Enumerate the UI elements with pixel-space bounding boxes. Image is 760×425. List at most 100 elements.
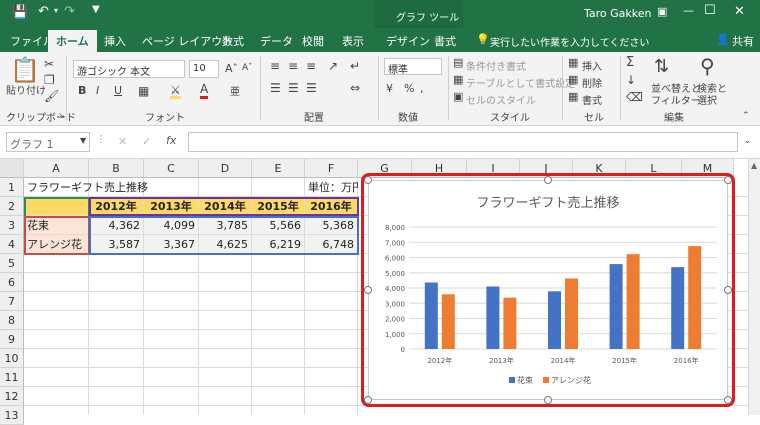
- redo-icon[interactable]: ↷: [64, 4, 75, 19]
- find-select-icon[interactable]: ⚲: [700, 56, 715, 76]
- ribbon-options-icon[interactable]: ▣: [657, 5, 667, 18]
- conditional-format-icon[interactable]: ▤: [453, 57, 463, 69]
- align-top-icon[interactable]: ≡: [270, 60, 280, 72]
- cell-styles-icon[interactable]: ▣: [453, 91, 463, 103]
- undo-dropdown-icon[interactable]: ▾: [54, 6, 58, 15]
- conditional-format-button[interactable]: 条件付き書式: [466, 58, 526, 73]
- collapse-ribbon-icon[interactable]: ⌃: [742, 110, 750, 122]
- insert-cells-button[interactable]: 挿入: [582, 58, 602, 73]
- minimize-icon[interactable]: —: [683, 4, 694, 17]
- copy-icon[interactable]: ❐: [44, 74, 55, 86]
- chart-resize-handle[interactable]: [364, 396, 372, 404]
- row-header[interactable]: 13: [0, 406, 24, 425]
- user-name[interactable]: Taro Gakken: [584, 7, 652, 20]
- name-box-dropdown-icon[interactable]: ▼: [80, 136, 86, 145]
- delete-cells-button[interactable]: 削除: [582, 75, 602, 90]
- row-header[interactable]: 4: [0, 235, 24, 254]
- format-painter-icon[interactable]: 🖌: [44, 90, 59, 102]
- format-table-icon[interactable]: ▦: [453, 74, 463, 86]
- tab-page-layout[interactable]: ページ レイアウト: [142, 33, 233, 49]
- merge-icon[interactable]: ⇔: [350, 82, 360, 94]
- font-color-icon[interactable]: A: [200, 82, 209, 99]
- cell-styles-button[interactable]: セルのスタイル: [466, 92, 536, 107]
- insert-cells-icon[interactable]: ▦: [568, 57, 578, 69]
- chart-resize-handle[interactable]: [364, 176, 372, 184]
- find-select-button-line2[interactable]: 選択: [697, 92, 717, 107]
- embedded-chart[interactable]: フラワーギフト売上推移 0 1,000 2,000 3,000 4,000 5,000 6,0…: [368, 180, 728, 400]
- clear-icon[interactable]: ⌫: [626, 91, 643, 103]
- row-header[interactable]: 11: [0, 368, 24, 387]
- chart-resize-handle[interactable]: [724, 176, 732, 184]
- save-icon[interactable]: 💾: [12, 5, 28, 20]
- underline-button[interactable]: U: [114, 84, 122, 97]
- row-header[interactable]: 10: [0, 349, 24, 368]
- enter-icon[interactable]: ✓: [142, 135, 151, 148]
- unit-cell[interactable]: 単位：万円: [305, 178, 358, 197]
- fill-color-icon[interactable]: ⚔: [170, 84, 181, 99]
- tab-data[interactable]: データ: [260, 33, 293, 49]
- sort-filter-icon[interactable]: ⇅: [654, 58, 669, 76]
- percent-icon[interactable]: %: [404, 82, 414, 95]
- row-header[interactable]: 8: [0, 311, 24, 330]
- shrink-font-icon[interactable]: Aˇ: [242, 63, 253, 73]
- align-middle-icon[interactable]: ≡: [288, 60, 298, 72]
- format-as-table-button[interactable]: テーブルとして書式設定: [466, 75, 575, 90]
- row-header[interactable]: 12: [0, 387, 24, 406]
- chart-resize-handle[interactable]: [544, 396, 552, 404]
- row-header[interactable]: 5: [0, 254, 24, 273]
- align-center-icon[interactable]: ☰: [288, 82, 299, 94]
- tab-home[interactable]: ホーム: [48, 30, 97, 52]
- close-icon[interactable]: ✕: [734, 4, 745, 19]
- borders-icon[interactable]: ▦: [138, 85, 149, 97]
- chart-resize-handle[interactable]: [364, 286, 372, 294]
- tab-insert[interactable]: 挿入: [104, 33, 126, 49]
- tab-format[interactable]: 書式: [434, 33, 456, 49]
- share-button[interactable]: 共有: [732, 33, 754, 49]
- row-header[interactable]: 6: [0, 273, 24, 292]
- align-left-icon[interactable]: ☰: [270, 82, 281, 94]
- phonetic-icon[interactable]: 亜: [230, 83, 240, 98]
- maximize-icon[interactable]: ☐: [704, 3, 716, 18]
- paste-button[interactable]: 貼り付け: [6, 82, 46, 97]
- column-header[interactable]: B: [89, 159, 144, 178]
- row-header[interactable]: 3: [0, 216, 24, 235]
- align-right-icon[interactable]: ☰: [306, 82, 317, 94]
- column-header[interactable]: D: [199, 159, 252, 178]
- comma-icon[interactable]: ,: [420, 82, 424, 95]
- autosum-icon[interactable]: Σ: [626, 56, 634, 69]
- column-header[interactable]: A: [24, 159, 89, 178]
- number-format-select[interactable]: 標準: [384, 58, 442, 76]
- row-header[interactable]: 1: [0, 178, 24, 197]
- fill-icon[interactable]: ↓: [626, 74, 636, 86]
- scroll-up-icon[interactable]: ▲: [751, 161, 757, 170]
- sort-filter-button-line2[interactable]: フィルター: [651, 92, 701, 107]
- select-all-corner[interactable]: [0, 159, 24, 178]
- row-header[interactable]: 7: [0, 292, 24, 311]
- column-header[interactable]: F: [305, 159, 358, 178]
- name-box[interactable]: グラフ 1: [6, 132, 90, 152]
- grow-font-icon[interactable]: Aˆ: [225, 62, 238, 75]
- chart-resize-handle[interactable]: [724, 396, 732, 404]
- italic-button[interactable]: I: [96, 84, 99, 97]
- expand-formula-icon[interactable]: ⌄: [744, 136, 751, 145]
- tab-review[interactable]: 校閲: [302, 33, 324, 49]
- tab-view[interactable]: 表示: [342, 33, 364, 49]
- cut-icon[interactable]: ✂: [44, 58, 54, 70]
- chart-resize-handle[interactable]: [724, 286, 732, 294]
- delete-cells-icon[interactable]: ▦: [568, 74, 578, 86]
- cancel-icon[interactable]: ✕: [118, 135, 127, 148]
- tell-me-box[interactable]: 実行したい作業を入力してください: [490, 34, 649, 49]
- clipboard-launcher-icon[interactable]: ↘: [58, 110, 65, 122]
- insert-function-button[interactable]: fx: [166, 134, 176, 147]
- tab-formulas[interactable]: 数式: [222, 33, 244, 49]
- row-header[interactable]: 2: [0, 197, 24, 216]
- align-bottom-icon[interactable]: ≡: [306, 60, 316, 72]
- format-cells-icon[interactable]: ▦: [568, 91, 578, 103]
- row-header[interactable]: 9: [0, 330, 24, 349]
- bold-button[interactable]: B: [78, 84, 86, 97]
- font-name-select[interactable]: 游ゴシック 本文: [73, 60, 185, 78]
- orientation-icon[interactable]: ↗: [328, 60, 338, 72]
- currency-icon[interactable]: ¥: [386, 82, 393, 95]
- undo-icon[interactable]: ↶: [38, 4, 49, 19]
- chart-resize-handle[interactable]: [544, 176, 552, 184]
